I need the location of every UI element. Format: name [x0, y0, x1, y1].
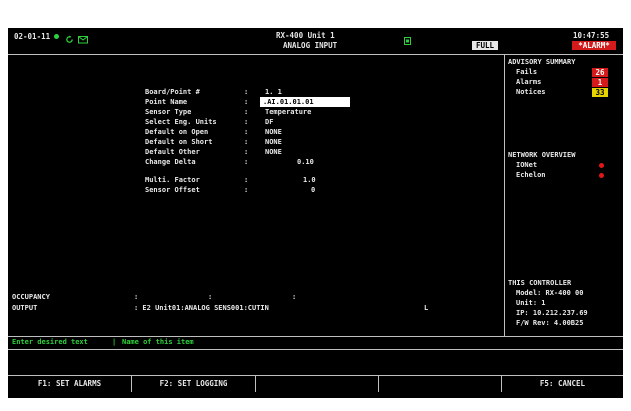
point-name-input[interactable]: .AI.01.01.01 [260, 97, 350, 107]
f3-button[interactable] [256, 376, 379, 392]
field-sep: : [244, 186, 249, 194]
field-sep: : [244, 148, 249, 156]
controller-ip: IP: 10.212.237.69 [516, 309, 588, 317]
field-label-sensor-type: Sensor Type [145, 108, 192, 116]
occupancy-sep: : [134, 293, 139, 301]
header-date: 02-01-11 [14, 32, 51, 41]
field-sep: : [244, 138, 249, 146]
notices-count-badge[interactable]: 33 [592, 88, 608, 97]
field-value-sensor-offset[interactable]: 0 [311, 187, 315, 194]
advisory-notices-label: Notices [516, 88, 546, 96]
f2-set-logging-button[interactable]: F2: SET LOGGING [132, 376, 256, 392]
f1-set-alarms-button[interactable]: F1: SET ALARMS [8, 376, 132, 392]
field-label-sensor-offset: Sensor Offset [145, 186, 200, 194]
echelon-status-icon [599, 173, 604, 178]
controller-unit: Unit: 1 [516, 299, 546, 307]
ionet-status-icon [599, 163, 604, 168]
field-sep: : [244, 98, 249, 106]
network-status-icon [404, 32, 411, 45]
field-sep: : [244, 176, 249, 184]
field-label-change-delta: Change Delta [145, 158, 196, 166]
network-ionet-label: IONet [516, 161, 538, 169]
occupancy-sep: : [208, 293, 213, 301]
field-label-default-open: Default on Open [145, 128, 209, 136]
field-sep: : [244, 108, 249, 116]
f5-cancel-button[interactable]: F5: CANCEL [502, 376, 623, 392]
field-sep: : [244, 158, 249, 166]
field-sep: : [244, 88, 249, 96]
sidebar-divider [504, 54, 505, 336]
advisory-title: ADVISORY SUMMARY [508, 58, 576, 66]
output-value[interactable]: : E2 Unit01:ANALOG SENS001:CUTIN [134, 305, 269, 312]
unit-title: RX-400 Unit 1 [276, 31, 335, 40]
field-label-default-short: Default on Short [145, 138, 213, 146]
field-value-sensor-type[interactable]: Temperature [265, 109, 311, 116]
field-sep: : [244, 128, 249, 136]
network-echelon-label: Echelon [516, 171, 546, 179]
status-divider-top [8, 336, 623, 337]
alarm-badge[interactable]: *ALARM* [572, 41, 616, 50]
status-prompt: Enter desired text [12, 338, 88, 346]
header-divider [8, 54, 623, 55]
output-label: OUTPUT [12, 304, 38, 312]
occupancy-sep: : [292, 293, 297, 301]
field-label-eng-units: Select Eng. Units [145, 118, 217, 126]
controller-fw: F/W Rev: 4.00B25 [516, 319, 584, 327]
occupancy-label: OCCUPANCY [12, 293, 50, 301]
field-value-default-open[interactable]: NONE [265, 129, 282, 136]
fkey-divider [8, 375, 623, 376]
f4-button[interactable] [379, 376, 502, 392]
network-title: NETWORK OVERVIEW [508, 151, 576, 159]
status-divider: | [112, 338, 117, 346]
fails-count-badge[interactable]: 26 [592, 68, 608, 77]
refresh-icon[interactable] [65, 31, 74, 43]
controller-model: Model: RX-400 00 [516, 289, 584, 297]
advisory-fails-label: Fails [516, 68, 538, 76]
mode-badge: FULL [472, 41, 498, 50]
field-value-change-delta[interactable]: 0.10 [297, 159, 314, 166]
alarms-count-badge[interactable]: 1 [592, 78, 608, 87]
status-divider-bottom [8, 349, 623, 350]
field-label-point-name: Point Name [145, 98, 188, 106]
status-dot-icon [54, 34, 59, 39]
field-value-default-other[interactable]: NONE [265, 149, 282, 156]
field-label-multi-factor: Multi. Factor [145, 176, 200, 184]
field-label-board-point: Board/Point # [145, 88, 200, 96]
status-hint: Name of this item [122, 338, 194, 346]
screen-title: ANALOG INPUT [283, 41, 338, 50]
output-flag: L [424, 304, 429, 312]
field-value-multi-factor[interactable]: 1.0 [303, 177, 316, 184]
field-value-board-point[interactable]: 1. 1 [265, 89, 282, 96]
field-value-default-short[interactable]: NONE [265, 139, 282, 146]
header-time: 10:47:55 [573, 31, 610, 40]
mail-icon[interactable] [78, 31, 88, 44]
controller-title: THIS CONTROLLER [508, 279, 572, 287]
field-sep: : [244, 118, 249, 126]
field-label-default-other: Default Other [145, 148, 200, 156]
controller-screen: 02-01-11 RX-400 Unit 1 ANALOG INPUT FULL… [8, 28, 623, 398]
field-value-eng-units[interactable]: DF [265, 119, 273, 126]
advisory-alarms-label: Alarms [516, 78, 542, 86]
